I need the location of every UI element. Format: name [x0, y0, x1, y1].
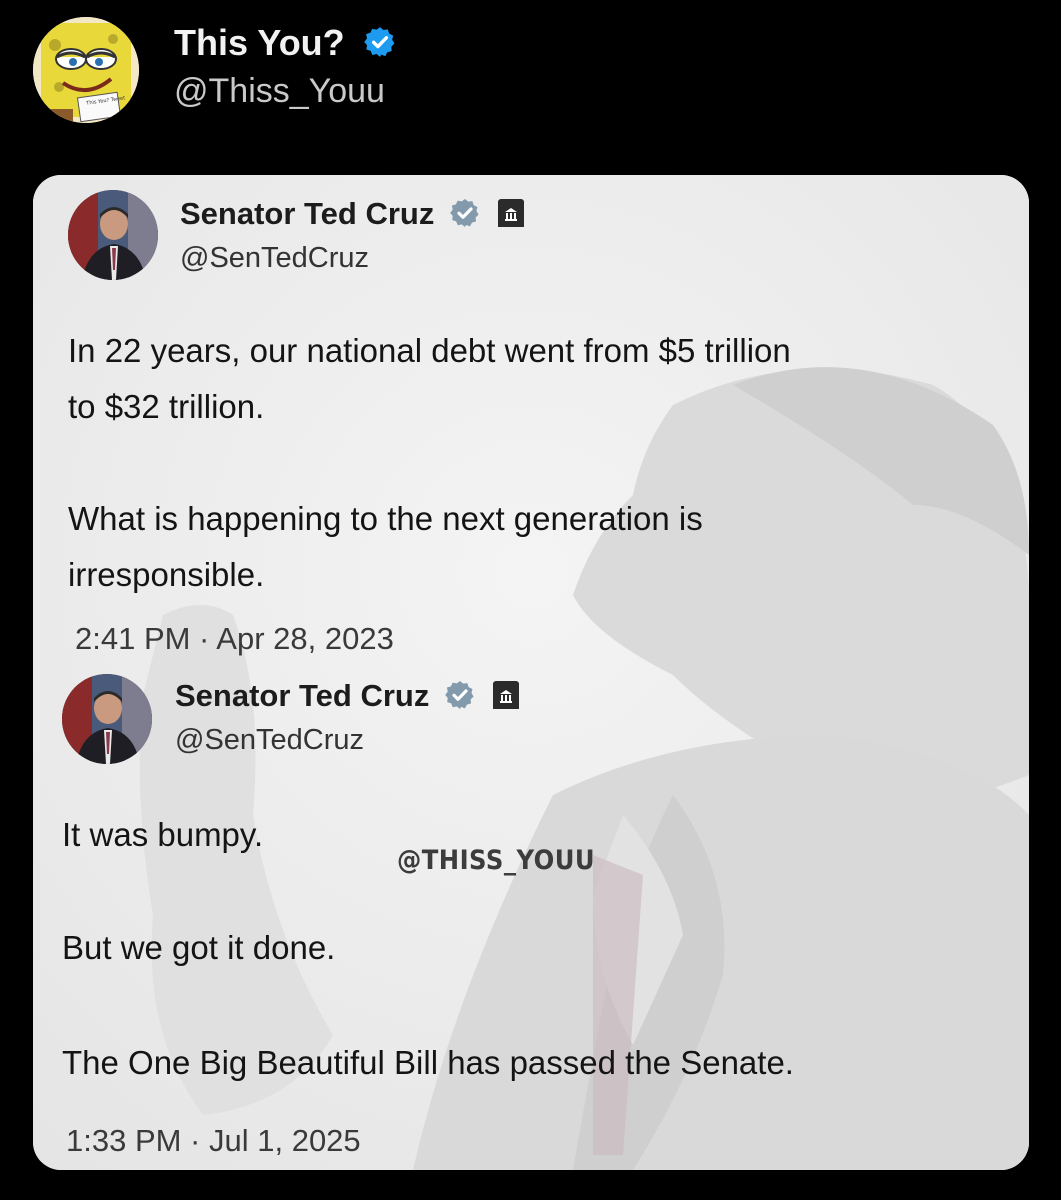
- author-name-text: Senator Ted Cruz: [180, 196, 435, 231]
- display-name[interactable]: This You?: [174, 22, 397, 68]
- tweet-author-name-1[interactable]: Senator Ted Cruz: [180, 196, 524, 237]
- senator-portrait-icon: [62, 674, 152, 764]
- watermark-text: @THISS_YOUU: [397, 845, 596, 876]
- tweet-text-line: It was bumpy.: [62, 816, 264, 853]
- gray-verified-badge-icon: [449, 197, 481, 237]
- senator-avatar-1[interactable]: [68, 190, 158, 280]
- tweet-text-line: In 22 years, our national debt went from…: [68, 332, 791, 369]
- author-name-text: Senator Ted Cruz: [175, 678, 430, 713]
- gray-verified-badge-icon: [444, 679, 476, 719]
- tweet-text-line: irresponsible.: [68, 556, 265, 593]
- profile-handle[interactable]: @Thiss_Youu: [174, 72, 385, 111]
- tweet-text-line: But we got it done.: [62, 929, 336, 966]
- tweet-timestamp-2[interactable]: 1:33 PM · Jul 1, 2025: [66, 1123, 361, 1159]
- display-name-text: This You?: [174, 22, 345, 63]
- tweet-author-handle-1[interactable]: @SenTedCruz: [180, 242, 369, 275]
- tweet-text-line: What is happening to the next generation…: [68, 500, 703, 537]
- profile-avatar[interactable]: This You? Tweet: [33, 17, 139, 123]
- senator-portrait-icon: [68, 190, 158, 280]
- government-building-icon: [497, 199, 524, 227]
- tweet-author-name-2[interactable]: Senator Ted Cruz: [175, 678, 519, 719]
- tweet-text-line: to $32 trillion.: [68, 388, 265, 425]
- senator-avatar-2[interactable]: [62, 674, 152, 764]
- tweet-author-handle-2[interactable]: @SenTedCruz: [175, 724, 364, 757]
- tweet-text-line: The One Big Beautiful Bill has passed th…: [62, 1044, 794, 1081]
- verified-badge-icon: [363, 25, 397, 68]
- tweet-timestamp-1[interactable]: 2:41 PM · Apr 28, 2023: [75, 621, 394, 657]
- spongebob-avatar-icon: This You? Tweet: [33, 17, 139, 123]
- government-building-icon: [492, 681, 519, 709]
- quote-header: This You? Tweet This You? @Thiss_Youu: [0, 0, 1061, 170]
- screenshot-card: Senator Ted Cruz @SenTedCruz In 22 years…: [33, 175, 1029, 1170]
